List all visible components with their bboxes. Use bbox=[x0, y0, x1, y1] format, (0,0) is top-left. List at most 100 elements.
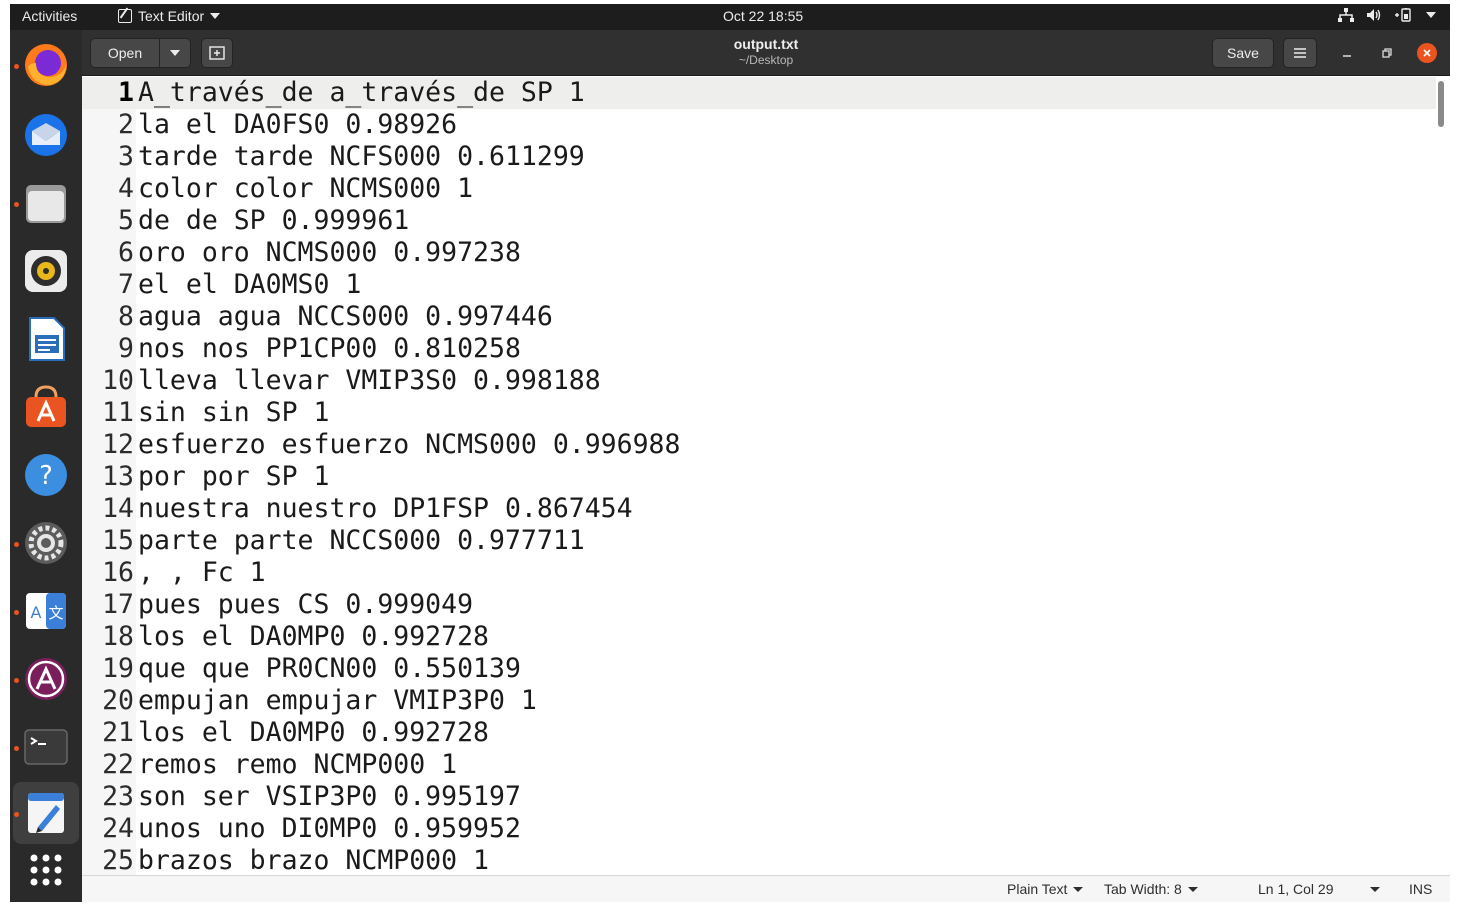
text-line[interactable]: 20 empujan empujar VMIP3P0 1 bbox=[82, 685, 1436, 717]
open-recent-dropdown[interactable] bbox=[159, 38, 191, 68]
translate-icon[interactable]: A 文 bbox=[22, 587, 70, 635]
status-bar: Plain Text Tab Width: 8 Ln 1, Col 29 INS bbox=[82, 875, 1450, 902]
text-line[interactable]: 17 pues pues CS 0.999049 bbox=[82, 589, 1436, 621]
app-menu[interactable]: Text Editor bbox=[118, 8, 221, 24]
libreoffice-writer-icon[interactable] bbox=[22, 315, 70, 363]
line-text[interactable]: , , Fc 1 bbox=[138, 557, 266, 589]
text-line[interactable]: 14 nuestra nuestro DP1FSP 0.867454 bbox=[82, 493, 1436, 525]
line-text[interactable]: unos uno DI0MP0 0.959952 bbox=[138, 813, 521, 845]
line-number: 5 bbox=[118, 205, 134, 236]
line-text[interactable]: los el DA0MP0 0.992728 bbox=[138, 717, 489, 749]
line-text[interactable]: por por SP 1 bbox=[138, 461, 329, 493]
line-text[interactable]: los el DA0MP0 0.992728 bbox=[138, 621, 489, 653]
chevron-down-icon bbox=[210, 13, 221, 19]
line-text[interactable]: color color NCMS000 1 bbox=[138, 173, 473, 205]
line-text[interactable]: la el DA0FS0 0.98926 bbox=[138, 109, 457, 141]
show-apps-icon[interactable] bbox=[22, 846, 70, 894]
running-indicator bbox=[14, 64, 19, 69]
tab-width-selector[interactable]: Tab Width: 8 bbox=[1104, 881, 1198, 897]
line-text[interactable]: agua agua NCCS000 0.997446 bbox=[138, 301, 553, 333]
line-text[interactable]: nos nos PP1CP00 0.810258 bbox=[138, 333, 521, 365]
line-text[interactable]: brazos brazo NCMP000 1 bbox=[138, 845, 489, 875]
line-text[interactable]: parte parte NCCS000 0.977711 bbox=[138, 525, 585, 557]
cursor-position-selector[interactable]: Ln 1, Col 29 bbox=[1258, 881, 1380, 897]
text-line[interactable]: 9 nos nos PP1CP00 0.810258 bbox=[82, 333, 1436, 365]
line-text[interactable]: de de SP 0.999961 bbox=[138, 205, 409, 237]
text-line[interactable]: 24 unos uno DI0MP0 0.959952 bbox=[82, 813, 1436, 845]
top-bar: Activities Text Editor Oct 22 18:55 bbox=[10, 4, 1450, 30]
running-indicator bbox=[14, 812, 19, 817]
vertical-scrollbar[interactable] bbox=[1438, 81, 1444, 127]
text-line[interactable]: 8 agua agua NCCS000 0.997446 bbox=[82, 301, 1436, 333]
thunderbird-icon[interactable] bbox=[22, 111, 70, 159]
clock[interactable]: Oct 22 18:55 bbox=[723, 8, 803, 24]
line-text[interactable]: remos remo NCMP000 1 bbox=[138, 749, 457, 781]
text-line[interactable]: 25 brazos brazo NCMP000 1 bbox=[82, 845, 1436, 875]
close-button[interactable] bbox=[1417, 43, 1437, 63]
rhythmbox-icon[interactable] bbox=[22, 247, 70, 295]
minimize-icon bbox=[1343, 55, 1351, 57]
activities-button[interactable]: Activities bbox=[22, 8, 77, 24]
software-center-icon[interactable] bbox=[22, 383, 70, 431]
chevron-down-icon bbox=[1187, 886, 1198, 892]
text-line[interactable]: 13 por por SP 1 bbox=[82, 461, 1436, 493]
window-frame-left bbox=[0, 0, 10, 908]
text-line[interactable]: 16, , Fc 1 bbox=[82, 557, 1436, 589]
text-editor-area[interactable]: 1 A_través_de a_través_de SP 1 2 la el DA0F… bbox=[82, 77, 1450, 875]
line-text[interactable]: lleva llevar VMIP3S0 0.998188 bbox=[138, 365, 601, 397]
line-number: 13 bbox=[102, 461, 134, 492]
svg-text:?: ? bbox=[39, 461, 53, 491]
open-button[interactable]: Open bbox=[90, 38, 160, 68]
text-line[interactable]: 10 lleva llevar VMIP3S0 0.998188 bbox=[82, 365, 1436, 397]
line-text[interactable]: oro oro NCMS000 0.997238 bbox=[138, 237, 521, 269]
save-button[interactable]: Save bbox=[1212, 38, 1274, 68]
text-line[interactable]: 23 son ser VSIP3P0 0.995197 bbox=[82, 781, 1436, 813]
text-line[interactable]: 6 oro oro NCMS000 0.997238 bbox=[82, 237, 1436, 269]
line-text[interactable]: son ser VSIP3P0 0.995197 bbox=[138, 781, 521, 813]
text-line[interactable]: 1 A_través_de a_través_de SP 1 bbox=[82, 77, 1436, 109]
cursor-position-label: Ln 1, Col 29 bbox=[1258, 881, 1334, 897]
text-line[interactable]: 3 tarde tarde NCFS000 0.611299 bbox=[82, 141, 1436, 173]
new-tab-button[interactable] bbox=[201, 38, 233, 68]
network-icon bbox=[1338, 8, 1354, 22]
text-line[interactable]: 22 remos remo NCMP000 1 bbox=[82, 749, 1436, 781]
minimize-button[interactable] bbox=[1337, 43, 1357, 63]
line-number: 16 bbox=[102, 557, 134, 588]
line-text[interactable]: A_través_de a_través_de SP 1 bbox=[138, 77, 585, 109]
line-text[interactable]: sin sin SP 1 bbox=[138, 397, 329, 429]
line-text[interactable]: esfuerzo esfuerzo NCMS000 0.996988 bbox=[138, 429, 680, 461]
line-text[interactable]: tarde tarde NCFS000 0.611299 bbox=[138, 141, 585, 173]
main-menu-button[interactable] bbox=[1283, 38, 1317, 68]
chevron-down-icon bbox=[1073, 886, 1084, 892]
terminal-icon[interactable] bbox=[22, 723, 70, 771]
text-line[interactable]: 18 los el DA0MP0 0.992728 bbox=[82, 621, 1436, 653]
language-selector[interactable]: Plain Text bbox=[1007, 881, 1084, 897]
text-line[interactable]: 12 esfuerzo esfuerzo NCMS000 0.996988 bbox=[82, 429, 1436, 461]
line-number: 2 bbox=[118, 109, 134, 140]
files-icon[interactable] bbox=[22, 179, 70, 227]
line-text[interactable]: el el DA0MS0 1 bbox=[138, 269, 361, 301]
text-line[interactable]: 4 color color NCMS000 1 bbox=[82, 173, 1436, 205]
maximize-button[interactable] bbox=[1377, 43, 1397, 63]
app-store-icon[interactable] bbox=[22, 655, 70, 703]
text-line[interactable]: 11 sin sin SP 1 bbox=[82, 397, 1436, 429]
text-line[interactable]: 2 la el DA0FS0 0.98926 bbox=[82, 109, 1436, 141]
line-text[interactable]: que que PR0CN00 0.550139 bbox=[138, 653, 521, 685]
line-text[interactable]: nuestra nuestro DP1FSP 0.867454 bbox=[138, 493, 633, 525]
text-line[interactable]: 15 parte parte NCCS000 0.977711 bbox=[82, 525, 1436, 557]
insert-mode-indicator[interactable]: INS bbox=[1409, 881, 1432, 897]
line-number: 17 bbox=[102, 589, 134, 620]
system-tray[interactable] bbox=[1338, 8, 1436, 22]
text-editor-icon[interactable] bbox=[22, 789, 70, 837]
svg-text:文: 文 bbox=[48, 604, 63, 622]
line-text[interactable]: empujan empujar VMIP3P0 1 bbox=[138, 685, 537, 717]
text-line[interactable]: 21 los el DA0MP0 0.992728 bbox=[82, 717, 1436, 749]
line-text[interactable]: pues pues CS 0.999049 bbox=[138, 589, 473, 621]
system-menu-icon bbox=[1426, 12, 1436, 18]
text-line[interactable]: 7 el el DA0MS0 1 bbox=[82, 269, 1436, 301]
settings-icon[interactable] bbox=[22, 519, 70, 567]
help-icon[interactable]: ? bbox=[22, 451, 70, 499]
text-line[interactable]: 5 de de SP 0.999961 bbox=[82, 205, 1436, 237]
text-line[interactable]: 19 que que PR0CN00 0.550139 bbox=[82, 653, 1436, 685]
firefox-icon[interactable] bbox=[22, 41, 70, 89]
